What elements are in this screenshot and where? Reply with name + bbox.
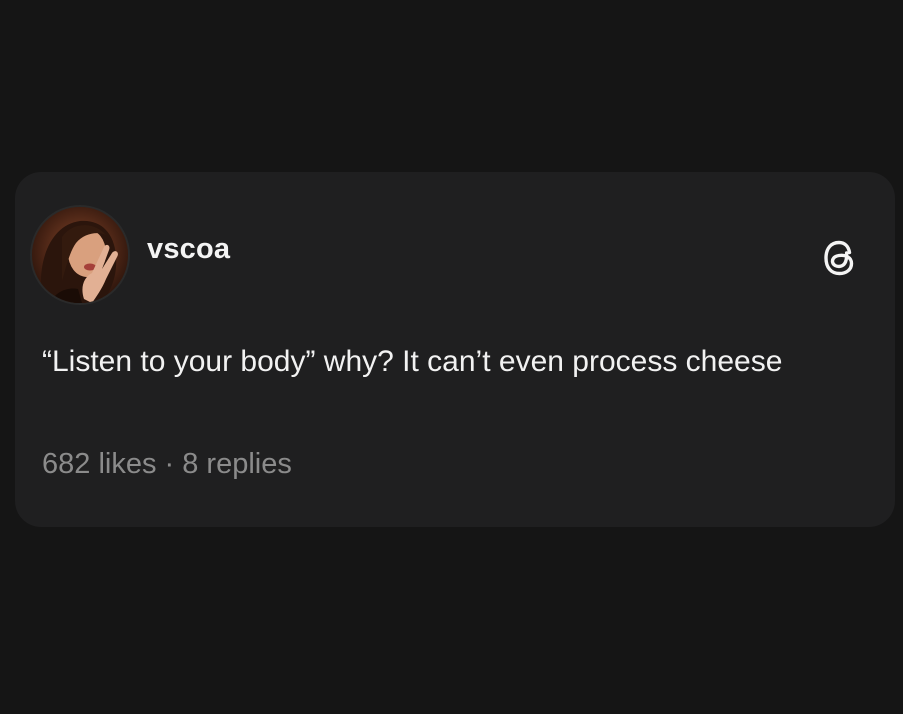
threads-post-card[interactable]: vscoa “Listen to your body” why? It can’… [15, 172, 895, 527]
avatar[interactable] [32, 207, 128, 303]
post-stats: 682 likes · 8 replies [42, 448, 292, 481]
screen: { "post": { "username": "vscoa", "text":… [0, 0, 903, 714]
post-text: “Listen to your body” why? It can’t even… [42, 345, 783, 378]
stats-separator: · [156, 448, 183, 480]
threads-logo-icon[interactable] [819, 236, 859, 280]
replies-count[interactable]: 8 replies [182, 448, 292, 480]
avatar-image [32, 207, 128, 303]
likes-count[interactable]: 682 likes [42, 448, 156, 480]
username[interactable]: vscoa [147, 233, 230, 266]
